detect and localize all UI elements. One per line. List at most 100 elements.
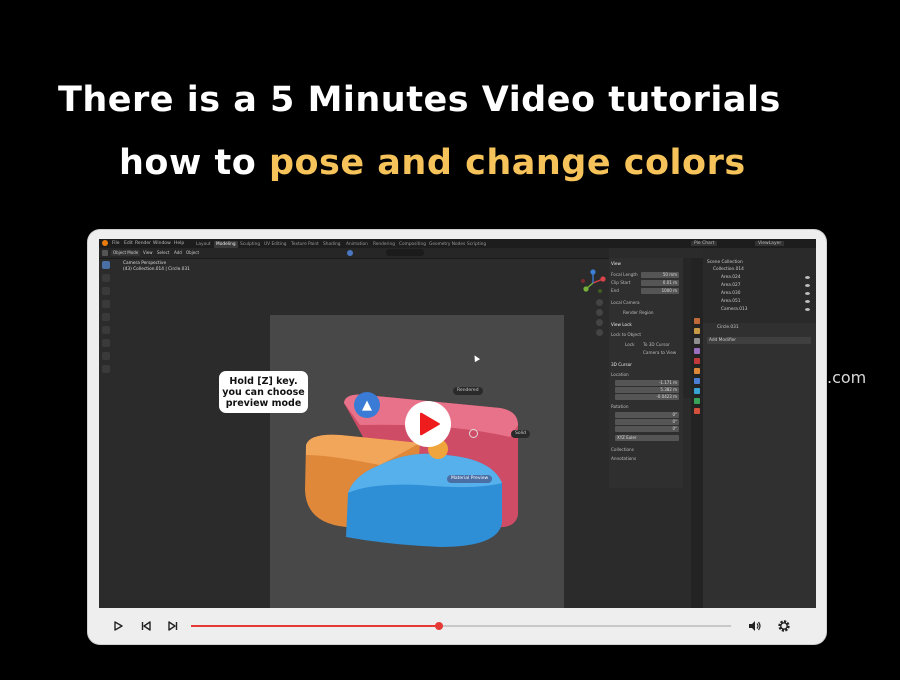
annotate-icon[interactable] <box>102 339 110 347</box>
measure-icon[interactable] <box>102 352 110 360</box>
cursor-rot-x[interactable]: 0° <box>615 412 679 418</box>
ws-tab-compositing[interactable]: Compositing <box>397 241 428 248</box>
axis-gizmo-icon <box>581 269 606 293</box>
shading-rendered-pill[interactable]: Rendered <box>453 387 483 395</box>
menu-edit[interactable]: Edit <box>124 241 133 246</box>
camera-to-view-checkbox[interactable]: Camera to View <box>643 350 676 356</box>
ws-tab-modeling[interactable]: Modeling <box>214 241 238 248</box>
outliner-item[interactable]: Area.024 <box>721 275 740 281</box>
ws-tab-sculpting[interactable]: Sculpting <box>238 241 262 248</box>
progress-scrubber[interactable] <box>435 622 444 630</box>
video-screen[interactable]: File Edit Render Window Help Layout Mode… <box>99 239 816 608</box>
outliner-item[interactable]: Area.051 <box>721 299 740 305</box>
move-icon[interactable] <box>102 287 110 295</box>
zoom-icon[interactable] <box>596 299 603 306</box>
menu-file[interactable]: File <box>112 241 120 246</box>
previous-button[interactable] <box>136 616 156 636</box>
tool-tab-icon[interactable] <box>694 318 700 324</box>
center-play-button[interactable] <box>405 401 451 447</box>
select-box-icon[interactable] <box>102 261 110 269</box>
select-menu[interactable]: Select <box>155 250 171 256</box>
pan-hand-icon[interactable] <box>596 309 603 316</box>
shading-mode-icon[interactable] <box>347 250 353 256</box>
ws-tab-geometry-nodes[interactable]: Geometry Nodes <box>427 241 467 248</box>
volume-icon <box>749 621 761 631</box>
3d-cursor-header[interactable]: 3D Cursor <box>611 362 632 368</box>
add-cube-icon[interactable] <box>102 365 110 373</box>
object-name-field[interactable]: Circle.031 <box>717 325 739 330</box>
ws-tab-scripting[interactable]: Scripting <box>465 241 488 248</box>
menu-render[interactable]: Render <box>135 241 151 246</box>
lock-label: Lock <box>625 342 635 347</box>
shading-solid-pill[interactable]: Solid <box>511 430 530 438</box>
progress-bar[interactable] <box>191 622 731 630</box>
collections-header[interactable]: Collections <box>611 447 634 453</box>
progress-fill <box>191 625 440 627</box>
view-menu[interactable]: View <box>141 250 155 256</box>
visibility-eye-icon[interactable] <box>805 284 810 287</box>
transform-icon[interactable] <box>102 326 110 334</box>
add-modifier-dropdown[interactable]: Add Modifier <box>707 337 811 344</box>
object-menu[interactable]: Object <box>184 250 201 256</box>
settings-button[interactable] <box>774 616 794 636</box>
rotation-mode-dropdown[interactable]: XYZ Euler <box>615 435 679 441</box>
ws-tab-texture-paint[interactable]: Texture Paint <box>289 241 321 248</box>
render-region-checkbox[interactable]: Render Region <box>623 310 654 316</box>
cursor-icon[interactable] <box>102 274 110 282</box>
ws-tab-rendering[interactable]: Rendering <box>371 241 397 248</box>
sidebar-tabs[interactable] <box>683 258 691 398</box>
annotations-header[interactable]: Annotations <box>611 456 636 462</box>
clip-end-field[interactable]: 1000 m <box>641 288 679 294</box>
cursor-loc-x[interactable]: -1.171 m <box>615 380 679 386</box>
grid-icon[interactable] <box>596 329 603 336</box>
particles-tab-icon[interactable] <box>694 388 700 394</box>
ws-tab-animation[interactable]: Animation <box>344 241 370 248</box>
editor-type-icon[interactable] <box>102 250 108 256</box>
menu-help[interactable]: Help <box>174 241 184 246</box>
next-button[interactable] <box>163 616 183 636</box>
scale-icon[interactable] <box>102 313 110 321</box>
ws-tab-uv-editing[interactable]: UV Editing <box>262 241 288 248</box>
cursor-loc-y[interactable]: 5.382 m <box>615 387 679 393</box>
visibility-eye-icon[interactable] <box>805 300 810 303</box>
view-layer-field[interactable]: ViewLayer <box>755 241 785 246</box>
object-mode-dropdown[interactable]: Object Mode <box>111 250 141 256</box>
visibility-eye-icon[interactable] <box>805 276 810 279</box>
volume-button[interactable] <box>745 616 765 636</box>
rotate-icon[interactable] <box>102 300 110 308</box>
focal-length-field[interactable]: 50 mm <box>641 272 679 278</box>
cursor-loc-z[interactable]: -0.0423 m <box>615 394 679 400</box>
outliner-item[interactable]: Collection.014 <box>713 267 744 273</box>
outliner-item[interactable]: Area.027 <box>721 283 740 289</box>
visibility-eye-icon[interactable] <box>805 308 810 311</box>
cursor-rot-z[interactable]: 0° <box>615 426 679 432</box>
menu-window[interactable]: Window <box>153 241 171 246</box>
to-3d-cursor-checkbox[interactable]: To 3D Cursor <box>643 342 670 348</box>
headline-highlight: pose and change colors <box>268 143 746 183</box>
visibility-eye-icon[interactable] <box>805 292 810 295</box>
camera-view-icon[interactable] <box>596 319 603 326</box>
scene-tab-icon[interactable] <box>694 348 700 354</box>
add-menu[interactable]: Add <box>172 250 184 256</box>
material-tab-icon[interactable] <box>694 408 700 414</box>
world-tab-icon[interactable] <box>694 358 700 364</box>
search-icon[interactable] <box>386 249 424 256</box>
navigation-gizmo[interactable] <box>579 269 607 297</box>
play-button[interactable] <box>108 616 128 636</box>
modifier-tab-icon[interactable] <box>694 378 700 384</box>
shading-material-pill[interactable]: Material Preview <box>447 475 493 483</box>
scene-field[interactable]: Pie Chart <box>691 241 718 246</box>
outliner-root[interactable]: Scene Collection <box>707 260 743 266</box>
output-tab-icon[interactable] <box>694 338 700 344</box>
view-section-header[interactable]: View <box>611 261 621 267</box>
cursor-rot-y[interactable]: 0° <box>615 419 679 425</box>
ws-tab-layout[interactable]: Layout <box>194 241 213 248</box>
ws-tab-shading[interactable]: Shading <box>321 241 342 248</box>
physics-tab-icon[interactable] <box>694 398 700 404</box>
render-tab-icon[interactable] <box>694 328 700 334</box>
object-tab-icon[interactable] <box>694 368 700 374</box>
view-lock-header[interactable]: View Lock <box>611 322 632 328</box>
clip-start-field[interactable]: 0.01 m <box>641 280 679 286</box>
outliner-item[interactable]: Camera.013 <box>721 307 747 313</box>
outliner-item[interactable]: Area.030 <box>721 291 740 297</box>
